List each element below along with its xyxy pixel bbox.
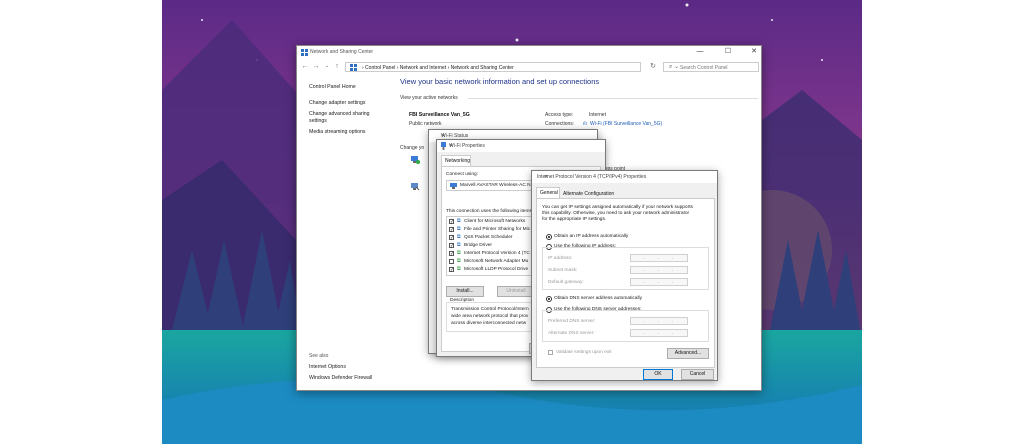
default-gateway-field[interactable]: ... (630, 278, 688, 286)
checkbox-qos[interactable]: ✓ (449, 235, 454, 241)
ok-button[interactable]: OK (643, 369, 673, 380)
sidebar-item-change-adapter-settings[interactable]: Change adapter settings (309, 100, 366, 107)
intro-line-1: You can get IP settings assigned automat… (542, 205, 693, 210)
address-bar[interactable]: › Control Panel › Network and Internet ›… (345, 62, 679, 72)
validate-settings-label: Validate settings upon exit (556, 350, 612, 355)
alternate-dns-field[interactable]: ... (630, 329, 688, 337)
wifi-connection-link[interactable]: Wi-Fi (FBI Surveillance Van_5G) (590, 121, 662, 127)
obtain-ip-auto-radio[interactable] (546, 234, 552, 240)
install-button[interactable]: Install... (446, 286, 484, 297)
network-service-icon: ⧉ (457, 226, 461, 232)
breadcrumb[interactable]: › Control Panel › Network and Internet ›… (362, 65, 514, 71)
intro-line-2: this capability. Otherwise, you need to … (542, 211, 690, 216)
intro-line-3: for the appropriate IP settings. (542, 217, 607, 222)
maximize-icon[interactable]: ☐ (721, 47, 735, 57)
wifi-signal-icon: ılı (583, 121, 587, 127)
search-placeholder: Search Control Panel (680, 65, 728, 71)
network-client-icon: ⧉ (457, 218, 461, 224)
validate-settings-checkbox[interactable] (548, 350, 553, 355)
wifi-adapter-icon (441, 142, 446, 150)
description-line-1: Transmission Control Protocol/Intern (451, 307, 529, 312)
ipv4-properties-dialog: Internet Protocol Version 4 (TCP/IPv4) P… (531, 170, 718, 381)
recent-dropdown-icon[interactable]: ⌄ (323, 62, 331, 71)
up-arrow-icon[interactable]: ↑ (333, 62, 341, 71)
network-protocol-icon: ⧉ (457, 250, 461, 256)
see-also-label: See also (309, 353, 329, 359)
dns-settings-group (542, 310, 709, 342)
wifi-properties-titlebar: Wi-Fi Properties ✕ (437, 140, 605, 152)
access-type-label: Access type: (545, 112, 574, 118)
title-bar: Network and Sharing Center — ☐ ✕ (297, 46, 761, 59)
adapter-icon (450, 183, 457, 189)
obtain-dns-auto-radio[interactable] (546, 296, 552, 302)
window-title: Network and Sharing Center (310, 49, 374, 55)
connection-items-label: This connection uses the following items… (446, 209, 534, 214)
obtain-ip-auto-label: Obtain an IP address automatically (554, 234, 629, 239)
ipv4-titlebar: Internet Protocol Version 4 (TCP/IPv4) P… (532, 171, 717, 183)
obtain-dns-auto-label: Obtain DNS server address automatically (554, 296, 642, 301)
access-type-value: Internet (589, 112, 606, 118)
troubleshoot-icon (411, 183, 420, 191)
preferred-dns-label: Preferred DNS server: (548, 319, 596, 324)
new-connection-icon (411, 156, 420, 164)
connections-label: Connections: (545, 121, 575, 127)
search-input[interactable]: ⌕ Search Control Panel (663, 62, 759, 72)
checkbox-client[interactable]: ✓ (449, 219, 454, 225)
network-type: Public network (409, 121, 442, 127)
sidebar-item-change-advanced-sharing[interactable]: Change advanced sharing (309, 111, 370, 118)
subnet-mask-field[interactable]: ... (630, 266, 688, 274)
close-icon[interactable]: ✕ (747, 47, 761, 57)
preferred-dns-field[interactable]: ... (630, 317, 688, 325)
connect-using-label: Connect using: (446, 172, 478, 177)
sidebar-item-change-advanced-sharing-cont[interactable]: settings (309, 118, 327, 125)
search-icon: ⌕ (669, 64, 673, 70)
network-protocol-icon: ⧉ (457, 266, 461, 272)
sidebar-item-control-panel-home[interactable]: Control Panel Home (309, 84, 356, 91)
checkbox-file-printer[interactable]: ✓ (449, 227, 454, 233)
network-name: FBI Surveillance Van_5G (409, 112, 470, 118)
checkbox-adapter-mux[interactable] (449, 259, 454, 264)
ip-address-label: IP address: (548, 256, 573, 261)
control-panel-icon (350, 64, 357, 71)
ip-address-field[interactable]: ... (630, 254, 688, 262)
see-also-internet-options[interactable]: Internet Options (309, 364, 346, 370)
tab-general[interactable]: General (536, 187, 560, 198)
advanced-button[interactable]: Advanced... (667, 348, 709, 359)
tab-alternate-configuration[interactable]: Alternate Configuration (563, 191, 614, 197)
cancel-button[interactable]: Cancel (681, 369, 714, 380)
change-settings-label: Change yo (400, 145, 425, 151)
sidebar-item-media-streaming[interactable]: Media streaming options (309, 129, 366, 136)
default-gateway-label: Default gateway: (548, 280, 584, 285)
description-line-2: wide area network protocol that prov (451, 314, 529, 319)
network-app-icon (301, 49, 308, 56)
alternate-dns-label: Alternate DNS server: (548, 331, 595, 336)
screenshot-stage: Network and Sharing Center — ☐ ✕ ← → ⌄ ↑… (0, 0, 1024, 444)
network-protocol-icon: ⧉ (457, 258, 461, 264)
checkbox-bridge[interactable]: ✓ (449, 243, 454, 249)
page-title: View your basic network information and … (400, 77, 600, 86)
wifi-properties-close-icon[interactable]: ✕ (449, 143, 602, 149)
back-arrow-icon[interactable]: ← (301, 62, 309, 71)
address-toolbar: ← → ⌄ ↑ › Control Panel › Network and In… (297, 61, 761, 73)
network-protocol-icon: ⧉ (457, 242, 461, 248)
network-service-icon: ⧉ (457, 234, 461, 240)
forward-arrow-icon[interactable]: → (312, 62, 320, 71)
description-line-3: across diverse interconnected netw (451, 321, 527, 326)
ipv4-close-icon[interactable]: ✕ (544, 174, 714, 180)
checkbox-ipv4[interactable]: ✓ (449, 251, 454, 257)
minimize-icon[interactable]: — (693, 47, 707, 57)
subnet-mask-label: Subnet mask: (548, 268, 578, 273)
adapter-name: Marvell AVASTAR Wireless-AC N (460, 183, 531, 188)
checkbox-lldp[interactable]: ✓ (449, 267, 454, 273)
tab-networking[interactable]: Networking (441, 155, 471, 166)
section-divider (468, 98, 758, 99)
see-also-windows-defender-firewall[interactable]: Windows Defender Firewall (309, 375, 372, 381)
uninstall-button[interactable]: Uninstall (497, 286, 535, 297)
active-networks-label: View your active networks (400, 95, 458, 101)
refresh-icon[interactable]: ↻ (649, 62, 657, 71)
